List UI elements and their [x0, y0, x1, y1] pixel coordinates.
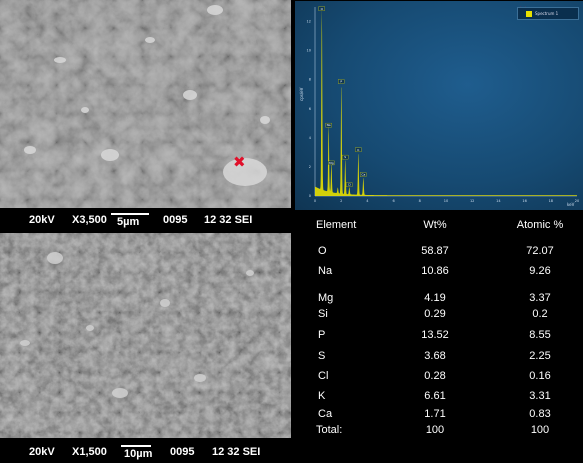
table-cell-element: Total: [316, 424, 343, 436]
table-header: Element [316, 219, 357, 231]
table-cell-wt: 4.19 [424, 292, 446, 304]
y-tick-label: 8 [309, 78, 311, 82]
table-cell-element: Mg [318, 292, 334, 304]
table-cell-element: Na [318, 265, 333, 277]
magnification-label: X1,500 [72, 446, 107, 458]
table-cell-element: Cl [318, 370, 329, 382]
analysis-point-marker: ✖ [233, 153, 246, 171]
peak-label: Na [327, 123, 331, 127]
sem-info-bar-top-fixed: 20kV X3,500 5µm 0095 12 32 SEI [0, 208, 291, 231]
magnification-label: X3,500 [72, 214, 107, 226]
eds-spectrum-panel: 0 2 4 6 8 10 12 14 16 18 20 12 10 8 6 4 2 0 O Na Mg P S Cl K Ca … [295, 1, 583, 210]
x-tick-label: 18 [549, 199, 553, 203]
imaging-mode: 12 32 SEI [204, 214, 253, 226]
scale-label: 10µm [124, 448, 153, 460]
table-cell-wt: 0.28 [424, 370, 446, 382]
peak-label: P [340, 80, 342, 84]
x-tick-label: 16 [522, 199, 526, 203]
y-tick-label: 0 [309, 194, 311, 198]
table-cell-atomic: 2.25 [529, 350, 551, 362]
x-tick-label: 2 [340, 199, 342, 203]
y-tick-label: 6 [309, 107, 311, 111]
table-header: Wt% [423, 219, 447, 231]
x-tick-label: 14 [496, 199, 501, 203]
table-cell-wt: 58.87 [421, 245, 449, 257]
table-cell-wt: 0.29 [424, 308, 446, 320]
table-cell-atomic: 0.83 [529, 408, 551, 420]
scale-label: 5µm [117, 216, 140, 228]
table-cell-element: P [318, 329, 326, 341]
table-cell-atomic: 100 [530, 424, 550, 436]
x-tick-label: 8 [419, 199, 421, 203]
x-axis-label: keV [567, 202, 575, 207]
table-cell-atomic: 8.55 [529, 329, 551, 341]
table-cell-atomic: 0.2 [532, 308, 548, 320]
y-tick-label: 12 [307, 20, 311, 24]
table-cell-wt: 100 [425, 424, 445, 436]
table-header: Atomic % [516, 219, 564, 231]
eds-spectrum-chart: 0 2 4 6 8 10 12 14 16 18 20121086420 ONaMgPSClKCa … [299, 6, 579, 207]
peak-label: Ca [361, 173, 365, 177]
scale-bar [111, 213, 149, 215]
image-number: 0095 [170, 446, 195, 458]
table-cell-element: O [318, 245, 327, 257]
spectrum-legend: Spectrum 1 [517, 7, 579, 20]
table-cell-atomic: 0.16 [529, 370, 551, 382]
table-cell-atomic: 3.37 [529, 292, 551, 304]
spectrum-area [315, 7, 577, 196]
table-cell-element: K [318, 390, 326, 402]
imaging-mode: 12 32 SEI [212, 446, 261, 458]
x-tick-label: 10 [444, 199, 448, 203]
table-cell-wt: 10.86 [421, 265, 449, 277]
y-tick-label: 4 [309, 136, 312, 140]
y-tick-label: 10 [307, 49, 311, 53]
table-cell-wt: 3.68 [424, 350, 446, 362]
peak-label: S [344, 155, 346, 159]
sem-texture-top [0, 0, 291, 208]
sem-texture-bottom [0, 233, 291, 438]
legend-label: Spectrum 1 [535, 11, 559, 16]
y-tick-label: 2 [309, 165, 311, 169]
peak-label: Mg [329, 161, 334, 165]
x-tick-label: 4 [366, 199, 369, 203]
sem-micrograph-bottom [0, 233, 291, 438]
table-cell-element: Ca [318, 408, 333, 420]
legend-swatch [526, 10, 532, 17]
image-number: 0095 [163, 214, 188, 226]
table-cell-element: S [318, 350, 326, 362]
table-cell-wt: 13.52 [421, 329, 449, 341]
voltage-label: 20kV [29, 214, 55, 226]
x-tick-label: 6 [392, 199, 394, 203]
voltage-label: 20kV [29, 446, 55, 458]
scale-bar [121, 445, 151, 447]
table-cell-atomic: 9.26 [529, 265, 551, 277]
x-tick-label: 0 [314, 199, 316, 203]
peak-label: Cl [348, 183, 351, 187]
sem-micrograph-top: ✖ 20kV X3,500 5µm 0095 12 32 SEI [0, 0, 291, 208]
table-cell-wt: 1.71 [424, 408, 446, 420]
x-tick-label: 12 [470, 199, 474, 203]
sem-info-bar-bottom: 20kV X1,500 10µm 0095 12 32 SEI [0, 440, 291, 463]
table-cell-atomic: 3.31 [529, 390, 551, 402]
table-cell-atomic: 72.07 [526, 245, 554, 257]
table-cell-wt: 6.61 [424, 390, 446, 402]
table-cell-element: Si [318, 308, 328, 320]
y-axis-label: cps/eV [299, 87, 304, 101]
x-tick-label: 20 [575, 199, 579, 203]
